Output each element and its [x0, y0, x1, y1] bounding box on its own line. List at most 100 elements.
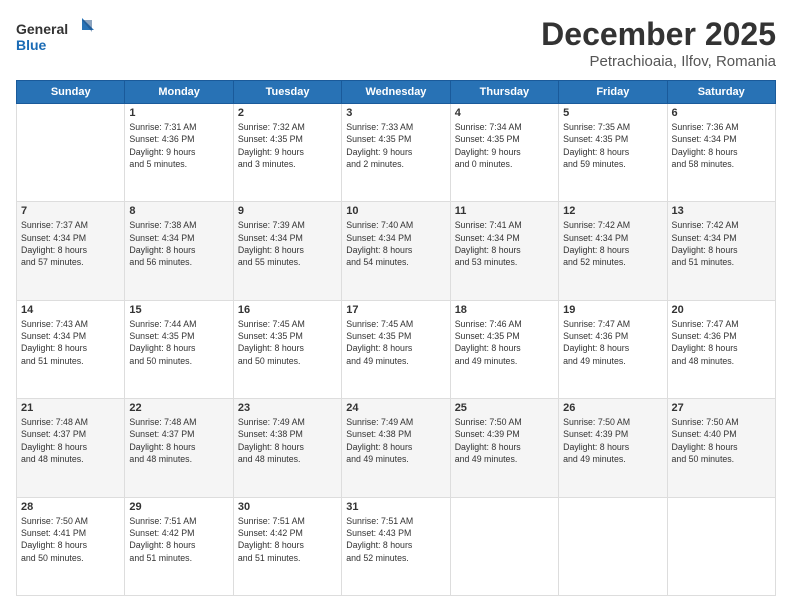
logo: General Blue	[16, 16, 96, 58]
day-number: 1	[129, 107, 228, 119]
day-info: Sunrise: 7:43 AMSunset: 4:34 PMDaylight:…	[21, 318, 120, 367]
day-number: 19	[563, 304, 662, 316]
day-info: Sunrise: 7:45 AMSunset: 4:35 PMDaylight:…	[346, 318, 445, 367]
week-row-2: 7 Sunrise: 7:37 AMSunset: 4:34 PMDaylight…	[17, 202, 776, 300]
day-number: 10	[346, 205, 445, 217]
day-info: Sunrise: 7:34 AMSunset: 4:35 PMDaylight:…	[455, 121, 554, 170]
calendar-cell	[450, 497, 558, 595]
calendar-cell: 15 Sunrise: 7:44 AMSunset: 4:35 PMDayligh…	[125, 300, 233, 398]
calendar-cell	[17, 104, 125, 202]
main-title: December 2025	[541, 16, 776, 53]
day-info: Sunrise: 7:50 AMSunset: 4:41 PMDaylight:…	[21, 515, 120, 564]
subtitle: Petrachioaia, Ilfov, Romania	[541, 53, 776, 70]
day-info: Sunrise: 7:37 AMSunset: 4:34 PMDaylight:…	[21, 219, 120, 268]
calendar-cell: 31 Sunrise: 7:51 AMSunset: 4:43 PMDayligh…	[342, 497, 450, 595]
day-number: 20	[672, 304, 771, 316]
week-row-3: 14 Sunrise: 7:43 AMSunset: 4:34 PMDayligh…	[17, 300, 776, 398]
calendar-table: SundayMondayTuesdayWednesdayThursdayFrid…	[16, 80, 776, 596]
week-row-4: 21 Sunrise: 7:48 AMSunset: 4:37 PMDayligh…	[17, 399, 776, 497]
calendar-cell: 9 Sunrise: 7:39 AMSunset: 4:34 PMDaylight…	[233, 202, 341, 300]
calendar-cell: 29 Sunrise: 7:51 AMSunset: 4:42 PMDayligh…	[125, 497, 233, 595]
day-info: Sunrise: 7:49 AMSunset: 4:38 PMDaylight:…	[346, 416, 445, 465]
day-info: Sunrise: 7:51 AMSunset: 4:42 PMDaylight:…	[238, 515, 337, 564]
day-info: Sunrise: 7:48 AMSunset: 4:37 PMDaylight:…	[129, 416, 228, 465]
day-info: Sunrise: 7:47 AMSunset: 4:36 PMDaylight:…	[672, 318, 771, 367]
day-info: Sunrise: 7:48 AMSunset: 4:37 PMDaylight:…	[21, 416, 120, 465]
day-number: 30	[238, 501, 337, 513]
day-number: 18	[455, 304, 554, 316]
day-info: Sunrise: 7:39 AMSunset: 4:34 PMDaylight:…	[238, 219, 337, 268]
day-number: 5	[563, 107, 662, 119]
calendar-cell: 11Sunrise: 7:41 AMSunset: 4:34 PMDayligh…	[450, 202, 558, 300]
day-header-wednesday: Wednesday	[342, 81, 450, 104]
day-info: Sunrise: 7:32 AMSunset: 4:35 PMDaylight:…	[238, 121, 337, 170]
day-number: 11	[455, 205, 554, 217]
calendar-cell: 2 Sunrise: 7:32 AMSunset: 4:35 PMDaylight…	[233, 104, 341, 202]
day-number: 7	[21, 205, 120, 217]
day-info: Sunrise: 7:42 AMSunset: 4:34 PMDaylight:…	[563, 219, 662, 268]
title-block: December 2025 Petrachioaia, Ilfov, Roman…	[541, 16, 776, 70]
calendar-cell: 12 Sunrise: 7:42 AMSunset: 4:34 PMDayligh…	[559, 202, 667, 300]
day-number: 2	[238, 107, 337, 119]
calendar-cell: 23Sunrise: 7:49 AMSunset: 4:38 PMDayligh…	[233, 399, 341, 497]
day-number: 6	[672, 107, 771, 119]
calendar-cell: 26Sunrise: 7:50 AMSunset: 4:39 PMDayligh…	[559, 399, 667, 497]
day-number: 24	[346, 402, 445, 414]
week-row-1: 1 Sunrise: 7:31 AMSunset: 4:36 PMDaylight…	[17, 104, 776, 202]
day-number: 21	[21, 402, 120, 414]
day-number: 27	[672, 402, 771, 414]
day-info: Sunrise: 7:45 AMSunset: 4:35 PMDaylight:…	[238, 318, 337, 367]
week-row-5: 28 Sunrise: 7:50 AMSunset: 4:41 PMDayligh…	[17, 497, 776, 595]
calendar-cell: 30 Sunrise: 7:51 AMSunset: 4:42 PMDayligh…	[233, 497, 341, 595]
calendar-cell: 19 Sunrise: 7:47 AMSunset: 4:36 PMDayligh…	[559, 300, 667, 398]
header: General Blue December 2025 Petrachioaia,…	[16, 16, 776, 70]
calendar-cell: 10 Sunrise: 7:40 AMSunset: 4:34 PMDayligh…	[342, 202, 450, 300]
calendar-cell: 21 Sunrise: 7:48 AMSunset: 4:37 PMDayligh…	[17, 399, 125, 497]
day-info: Sunrise: 7:46 AMSunset: 4:35 PMDaylight:…	[455, 318, 554, 367]
day-info: Sunrise: 7:50 AMSunset: 4:40 PMDaylight:…	[672, 416, 771, 465]
calendar-cell: 7 Sunrise: 7:37 AMSunset: 4:34 PMDaylight…	[17, 202, 125, 300]
calendar-cell: 8 Sunrise: 7:38 AMSunset: 4:34 PMDaylight…	[125, 202, 233, 300]
day-header-thursday: Thursday	[450, 81, 558, 104]
day-info: Sunrise: 7:51 AMSunset: 4:42 PMDaylight:…	[129, 515, 228, 564]
calendar-cell: 13Sunrise: 7:42 AMSunset: 4:34 PMDayligh…	[667, 202, 775, 300]
day-number: 9	[238, 205, 337, 217]
calendar-cell: 1 Sunrise: 7:31 AMSunset: 4:36 PMDaylight…	[125, 104, 233, 202]
day-number: 8	[129, 205, 228, 217]
day-info: Sunrise: 7:47 AMSunset: 4:36 PMDaylight:…	[563, 318, 662, 367]
calendar-cell: 16 Sunrise: 7:45 AMSunset: 4:35 PMDayligh…	[233, 300, 341, 398]
day-number: 15	[129, 304, 228, 316]
calendar-cell: 18 Sunrise: 7:46 AMSunset: 4:35 PMDayligh…	[450, 300, 558, 398]
day-info: Sunrise: 7:33 AMSunset: 4:35 PMDaylight:…	[346, 121, 445, 170]
day-info: Sunrise: 7:50 AMSunset: 4:39 PMDaylight:…	[563, 416, 662, 465]
day-info: Sunrise: 7:49 AMSunset: 4:38 PMDaylight:…	[238, 416, 337, 465]
day-number: 31	[346, 501, 445, 513]
day-info: Sunrise: 7:51 AMSunset: 4:43 PMDaylight:…	[346, 515, 445, 564]
day-number: 12	[563, 205, 662, 217]
calendar-cell: 5Sunrise: 7:35 AMSunset: 4:35 PMDaylight…	[559, 104, 667, 202]
logo-svg: General Blue	[16, 16, 96, 58]
day-info: Sunrise: 7:38 AMSunset: 4:34 PMDaylight:…	[129, 219, 228, 268]
page: General Blue December 2025 Petrachioaia,…	[0, 0, 792, 612]
day-header-friday: Friday	[559, 81, 667, 104]
day-number: 22	[129, 402, 228, 414]
calendar-cell: 4Sunrise: 7:34 AMSunset: 4:35 PMDaylight…	[450, 104, 558, 202]
calendar-cell: 20 Sunrise: 7:47 AMSunset: 4:36 PMDayligh…	[667, 300, 775, 398]
day-number: 16	[238, 304, 337, 316]
day-number: 13	[672, 205, 771, 217]
day-info: Sunrise: 7:44 AMSunset: 4:35 PMDaylight:…	[129, 318, 228, 367]
day-number: 14	[21, 304, 120, 316]
calendar-cell: 3 Sunrise: 7:33 AMSunset: 4:35 PMDaylight…	[342, 104, 450, 202]
day-header-monday: Monday	[125, 81, 233, 104]
day-number: 3	[346, 107, 445, 119]
svg-text:General: General	[16, 21, 68, 37]
day-number: 29	[129, 501, 228, 513]
day-info: Sunrise: 7:40 AMSunset: 4:34 PMDaylight:…	[346, 219, 445, 268]
day-number: 28	[21, 501, 120, 513]
svg-text:Blue: Blue	[16, 37, 47, 53]
day-info: Sunrise: 7:50 AMSunset: 4:39 PMDaylight:…	[455, 416, 554, 465]
day-info: Sunrise: 7:36 AMSunset: 4:34 PMDaylight:…	[672, 121, 771, 170]
day-info: Sunrise: 7:31 AMSunset: 4:36 PMDaylight:…	[129, 121, 228, 170]
calendar-cell: 22 Sunrise: 7:48 AMSunset: 4:37 PMDayligh…	[125, 399, 233, 497]
day-number: 25	[455, 402, 554, 414]
